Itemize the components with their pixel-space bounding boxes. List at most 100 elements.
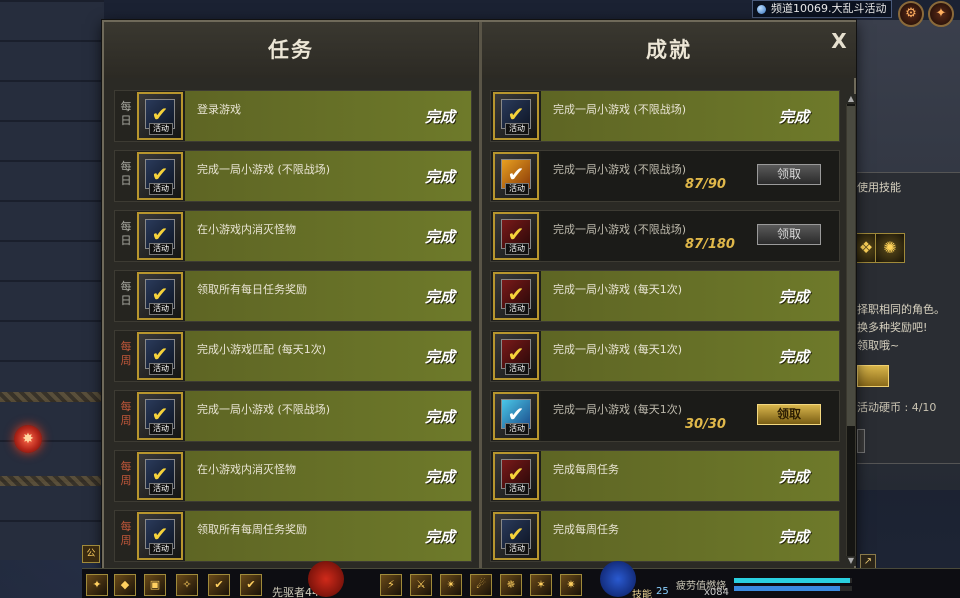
item-slot-icon[interactable]: ▣ <box>144 574 166 596</box>
mission-icon: ✔ 活动 <box>493 512 539 560</box>
side-panel-text: 换多种奖励吧! <box>857 321 928 334</box>
achievement-progress: 87/180 <box>685 237 735 252</box>
achievement-row: ✔ 活动 完成一局小游戏 (不限战场) 87/90 领取 <box>490 150 840 202</box>
skill-slot-icon[interactable]: ✴ <box>440 574 462 596</box>
frequency-label: 每 周 <box>115 331 137 381</box>
frequency-label: 每 日 <box>115 151 137 201</box>
completed-status: 完成 <box>425 288 456 306</box>
fatigue-bar <box>734 578 852 583</box>
mission-icon: ✔ 活动 <box>137 512 183 560</box>
achievement-title: 完成一局小游戏 (每天1次) <box>553 403 683 416</box>
event-tag: 活动 <box>505 123 529 135</box>
scroll-down-icon[interactable]: ▼ <box>846 556 856 566</box>
close-button[interactable]: X <box>828 30 850 52</box>
item-slot-icon[interactable]: ✔ <box>240 574 262 596</box>
guild-badge-icon[interactable]: 公 <box>82 545 100 563</box>
claim-button[interactable]: 领取 <box>757 224 821 245</box>
side-panel-text: 领取哦~ <box>857 339 900 352</box>
achievement-row: ✔ 活动 完成一局小游戏 (不限战场) 完成 <box>490 90 840 142</box>
completed-status: 完成 <box>779 288 810 306</box>
completed-status: 完成 <box>779 468 810 486</box>
side-panel-text: 择职相同的角色。 <box>857 303 945 316</box>
completed-status: 完成 <box>425 348 456 366</box>
completed-status: 完成 <box>425 168 456 186</box>
item-slot-icon[interactable]: ✧ <box>176 574 198 596</box>
side-event-panel: 使用技能 ❖ ✺ 择职相同的角色。 换多种奖励吧! 领取哦~ 活动硬币 : 4/… <box>851 172 960 464</box>
skill-icon[interactable]: ✺ <box>875 233 905 263</box>
mission-icon: ✔ 活动 <box>137 92 183 140</box>
frequency-label: 每 日 <box>115 271 137 321</box>
menu-gear-icon[interactable]: ⚙ <box>898 1 924 27</box>
achievements-header: 成就 <box>482 22 856 78</box>
achievement-title: 完成每周任务 <box>553 463 619 476</box>
task-row: 每 日 ✔ 活动 登录游戏 完成 <box>114 90 472 142</box>
achievement-row: ✔ 活动 完成每周任务 完成 <box>490 510 840 562</box>
event-tag: 活动 <box>505 303 529 315</box>
achievement-progress: 87/90 <box>685 177 726 192</box>
item-slot-icon[interactable]: ◆ <box>114 574 136 596</box>
mp-bar <box>734 586 852 591</box>
frequency-label: 每 日 <box>115 91 137 141</box>
event-coin-count: 活动硬币 : 4/10 <box>857 401 937 414</box>
skill-slot-icon[interactable]: ✶ <box>530 574 552 596</box>
completed-status: 完成 <box>425 228 456 246</box>
achievement-title: 完成一局小游戏 (每天1次) <box>553 343 683 356</box>
event-tag: 活动 <box>149 423 173 435</box>
event-tag: 活动 <box>505 543 529 555</box>
achievement-row: ✔ 活动 完成一局小游戏 (每天1次) 完成 <box>490 270 840 322</box>
coin-count: x084 <box>704 587 730 598</box>
side-panel-button[interactable] <box>857 365 889 387</box>
mission-icon: ✔ 活动 <box>137 152 183 200</box>
event-tag: 活动 <box>505 363 529 375</box>
achievement-title: 完成一局小游戏 (每天1次) <box>553 283 683 296</box>
side-panel-button[interactable] <box>857 429 865 453</box>
completed-status: 完成 <box>425 408 456 426</box>
item-slot-icon[interactable]: ✦ <box>86 574 108 596</box>
column-divider <box>479 22 482 568</box>
frequency-label: 每 周 <box>115 391 137 441</box>
scrollbar-thumb[interactable] <box>847 106 855 426</box>
task-title: 完成一局小游戏 (不限战场) <box>197 163 331 176</box>
task-row: 每 周 ✔ 活动 在小游戏内消灭怪物 完成 <box>114 450 472 502</box>
side-panel-title: 使用技能 <box>857 181 901 194</box>
mission-icon: ✔ 活动 <box>493 272 539 320</box>
event-menu-icon[interactable]: ✦ <box>928 1 954 27</box>
frequency-label: 每 周 <box>115 511 137 561</box>
mission-icon: ✔ 活动 <box>137 272 183 320</box>
hp-orb <box>308 561 344 597</box>
task-row: 每 周 ✔ 活动 领取所有每周任务奖励 完成 <box>114 510 472 562</box>
task-title: 登录游戏 <box>197 103 241 116</box>
channel-indicator[interactable]: 频道10069.大乱斗活动 <box>752 0 892 18</box>
achievement-progress: 30/30 <box>685 417 726 432</box>
tasks-header: 任务 <box>104 22 478 78</box>
skill-points: 25 <box>656 586 669 597</box>
event-tag: 活动 <box>149 243 173 255</box>
scroll-up-icon[interactable]: ▲ <box>846 94 856 104</box>
channel-globe-icon <box>757 5 766 14</box>
claim-button[interactable]: 领取 <box>757 164 821 185</box>
item-slot-icon[interactable]: ✔ <box>208 574 230 596</box>
completed-status: 完成 <box>425 108 456 126</box>
achievement-row: ✔ 活动 完成一局小游戏 (每天1次) 完成 <box>490 330 840 382</box>
skill-slot-icon[interactable]: ⚡ <box>380 574 402 596</box>
skill-slot-icon[interactable]: ✷ <box>560 574 582 596</box>
mission-icon: ✔ 活动 <box>493 332 539 380</box>
skill-slot-icon[interactable]: ☄ <box>470 574 492 596</box>
task-title: 领取所有每周任务奖励 <box>197 523 307 536</box>
completed-status: 完成 <box>779 528 810 546</box>
mission-icon: ✔ 活动 <box>137 332 183 380</box>
mission-icon: ✔ 活动 <box>137 452 183 500</box>
claim-button[interactable]: 领取 <box>757 404 821 425</box>
mp-orb <box>600 561 636 597</box>
channel-label: 频道10069.大乱斗活动 <box>771 2 887 15</box>
event-tag: 活动 <box>149 483 173 495</box>
event-tag: 活动 <box>149 123 173 135</box>
skill-label: 技能 <box>632 590 652 598</box>
event-tag: 活动 <box>149 303 173 315</box>
bottom-hud: ✦ ◆ ▣ ✧ ✔ ✔ 先驱者44 ⚡ ⚔ ✴ ☄ ✵ ✶ ✷ 技能 25 疲劳… <box>82 561 960 598</box>
skill-slot-icon[interactable]: ⚔ <box>410 574 432 596</box>
achievement-title: 完成一局小游戏 (不限战场) <box>553 223 687 236</box>
achievement-title: 完成一局小游戏 (不限战场) <box>553 163 687 176</box>
event-tag: 活动 <box>505 183 529 195</box>
skill-slot-icon[interactable]: ✵ <box>500 574 522 596</box>
